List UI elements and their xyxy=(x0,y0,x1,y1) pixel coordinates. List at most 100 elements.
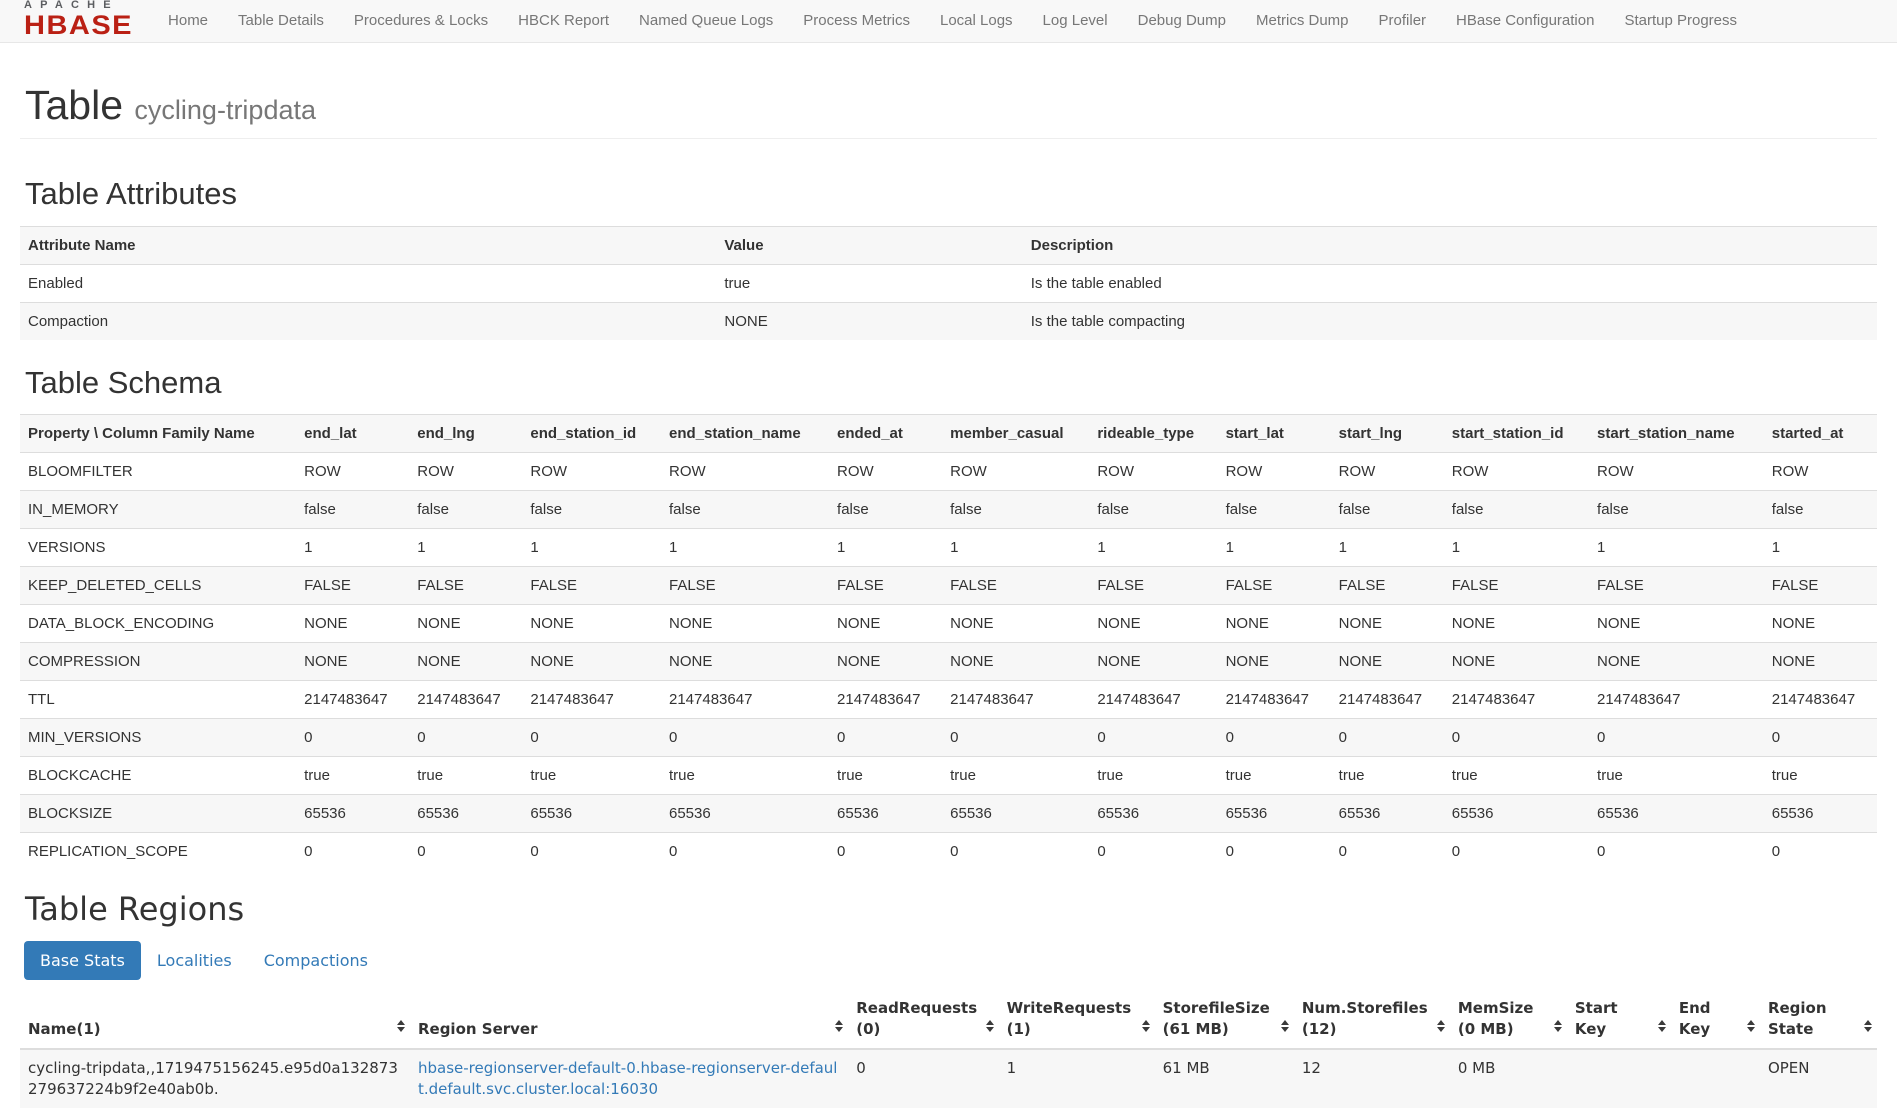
schema-property-value: 0 xyxy=(1331,833,1444,871)
regions-column-header[interactable]: Name(1) xyxy=(20,990,410,1049)
schema-family-header: start_lat xyxy=(1218,415,1331,453)
regions-tab-link[interactable]: Compactions xyxy=(248,941,384,980)
sort-icon[interactable] xyxy=(1658,1020,1666,1032)
attribute-value: NONE xyxy=(716,303,1022,341)
apache-logo-text: APACHE xyxy=(24,0,133,11)
sort-icon[interactable] xyxy=(1437,1020,1445,1032)
regions-column-header[interactable]: StorefileSize (61 MB) xyxy=(1155,990,1294,1049)
nav-link-hbck-report[interactable]: HBCK Report xyxy=(503,0,624,42)
regions-column-header[interactable]: WriteRequests (1) xyxy=(999,990,1155,1049)
schema-property-value: NONE xyxy=(1089,643,1217,681)
attribute-description: Is the table compacting xyxy=(1023,303,1877,341)
nav-link-metrics-dump[interactable]: Metrics Dump xyxy=(1241,0,1364,42)
schema-property-value: 1 xyxy=(1589,529,1764,567)
schema-property-value: 0 xyxy=(661,833,829,871)
schema-property-value: true xyxy=(1331,757,1444,795)
schema-property-value: NONE xyxy=(1331,605,1444,643)
nav-item: Profiler xyxy=(1364,0,1442,42)
schema-property-value: 1 xyxy=(409,529,522,567)
regions-tab-link[interactable]: Localities xyxy=(141,941,248,980)
regions-column-header[interactable]: ReadRequests (0) xyxy=(848,990,998,1049)
regions-column-label: Region Server xyxy=(418,1020,538,1038)
schema-property-value: 0 xyxy=(1218,719,1331,757)
schema-property-value: ROW xyxy=(1331,453,1444,491)
schema-property-name: DATA_BLOCK_ENCODING xyxy=(20,605,296,643)
sort-icon[interactable] xyxy=(1281,1020,1289,1032)
sort-icon[interactable] xyxy=(397,1020,405,1032)
schema-property-value: false xyxy=(829,491,942,529)
schema-property-value: true xyxy=(661,757,829,795)
region-server-link[interactable]: hbase-regionserver-default-0.hbase-regio… xyxy=(418,1059,838,1098)
schema-property-value: 2147483647 xyxy=(1589,681,1764,719)
regions-column-label: Region State xyxy=(1768,999,1827,1038)
regions-column-header[interactable]: Start Key xyxy=(1567,990,1671,1049)
sort-icon[interactable] xyxy=(1864,1020,1872,1032)
schema-property-value: 2147483647 xyxy=(1331,681,1444,719)
schema-property-name: MIN_VERSIONS xyxy=(20,719,296,757)
schema-row: KEEP_DELETED_CELLSFALSEFALSEFALSEFALSEFA… xyxy=(20,567,1877,605)
schema-property-value: true xyxy=(1764,757,1877,795)
nav-link-local-logs[interactable]: Local Logs xyxy=(925,0,1028,42)
nav-link-procedures-locks[interactable]: Procedures & Locks xyxy=(339,0,503,42)
schema-property-value: false xyxy=(1331,491,1444,529)
schema-property-value: NONE xyxy=(296,605,409,643)
schema-family-header: ended_at xyxy=(829,415,942,453)
regions-column-label: End Key xyxy=(1679,999,1711,1038)
hbase-logo[interactable]: APACHE HBASE xyxy=(10,0,139,44)
sort-icon[interactable] xyxy=(835,1020,843,1032)
nav-link-log-level[interactable]: Log Level xyxy=(1028,0,1123,42)
nav-link-process-metrics[interactable]: Process Metrics xyxy=(788,0,925,42)
regions-column-header[interactable]: Region State xyxy=(1760,990,1877,1049)
schema-family-header: rideable_type xyxy=(1089,415,1217,453)
nav-link-debug-dump[interactable]: Debug Dump xyxy=(1123,0,1241,42)
page-title: Table cycling-tripdata xyxy=(25,83,1877,128)
schema-property-value: 2147483647 xyxy=(522,681,661,719)
nav-link-hbase-configuration[interactable]: HBase Configuration xyxy=(1441,0,1609,42)
schema-property-value: FALSE xyxy=(829,567,942,605)
regions-column-header[interactable]: Num.Storefiles (12) xyxy=(1294,990,1450,1049)
schema-property-value: ROW xyxy=(1218,453,1331,491)
region-server-cell: hbase-regionserver-default-0.hbase-regio… xyxy=(410,1049,848,1108)
schema-property-value: NONE xyxy=(522,605,661,643)
regions-column-header[interactable]: MemSize (0 MB) xyxy=(1450,990,1567,1049)
schema-property-value: false xyxy=(296,491,409,529)
schema-property-value: 0 xyxy=(1444,833,1589,871)
attribute-name: Compaction xyxy=(20,303,716,341)
schema-property-value: true xyxy=(1218,757,1331,795)
nav-item: Startup Progress xyxy=(1609,0,1752,42)
sort-icon[interactable] xyxy=(1747,1020,1755,1032)
schema-row: TTL2147483647214748364721474836472147483… xyxy=(20,681,1877,719)
nav-item: Table Details xyxy=(223,0,339,42)
sort-icon[interactable] xyxy=(1554,1020,1562,1032)
schema-row: BLOCKSIZE6553665536655366553665536655366… xyxy=(20,795,1877,833)
regions-column-label: Num.Storefiles (12) xyxy=(1302,999,1428,1038)
schema-property-value: 1 xyxy=(296,529,409,567)
schema-property-value: true xyxy=(829,757,942,795)
schema-property-value: 1 xyxy=(1331,529,1444,567)
regions-tab-link[interactable]: Base Stats xyxy=(24,941,141,980)
schema-family-header: end_lat xyxy=(296,415,409,453)
regions-column-header[interactable]: Region Server xyxy=(410,990,848,1049)
regions-column-header[interactable]: End Key xyxy=(1671,990,1760,1049)
schema-property-name: BLOOMFILTER xyxy=(20,453,296,491)
nav-link-table-details[interactable]: Table Details xyxy=(223,0,339,42)
sort-icon[interactable] xyxy=(1142,1020,1150,1032)
schema-row: BLOOMFILTERROWROWROWROWROWROWROWROWROWRO… xyxy=(20,453,1877,491)
schema-property-value: 2147483647 xyxy=(1764,681,1877,719)
nav-link-home[interactable]: Home xyxy=(153,0,223,42)
attribute-name: Enabled xyxy=(20,265,716,303)
nav-link-startup-progress[interactable]: Startup Progress xyxy=(1609,0,1752,42)
nav-link-named-queue-logs[interactable]: Named Queue Logs xyxy=(624,0,788,42)
schema-family-header: end_lng xyxy=(409,415,522,453)
schema-property-value: NONE xyxy=(1589,643,1764,681)
sort-icon[interactable] xyxy=(986,1020,994,1032)
nav-link-profiler[interactable]: Profiler xyxy=(1364,0,1442,42)
page-title-main: Table xyxy=(25,82,123,128)
nav-item: Home xyxy=(153,0,223,42)
schema-corner-header: Property \ Column Family Name xyxy=(20,415,296,453)
schema-row: IN_MEMORYfalsefalsefalsefalsefalsefalsef… xyxy=(20,491,1877,529)
regions-column-label: MemSize (0 MB) xyxy=(1458,999,1534,1038)
schema-property-value: 65536 xyxy=(829,795,942,833)
schema-property-value: 2147483647 xyxy=(661,681,829,719)
nav-item: HBCK Report xyxy=(503,0,624,42)
